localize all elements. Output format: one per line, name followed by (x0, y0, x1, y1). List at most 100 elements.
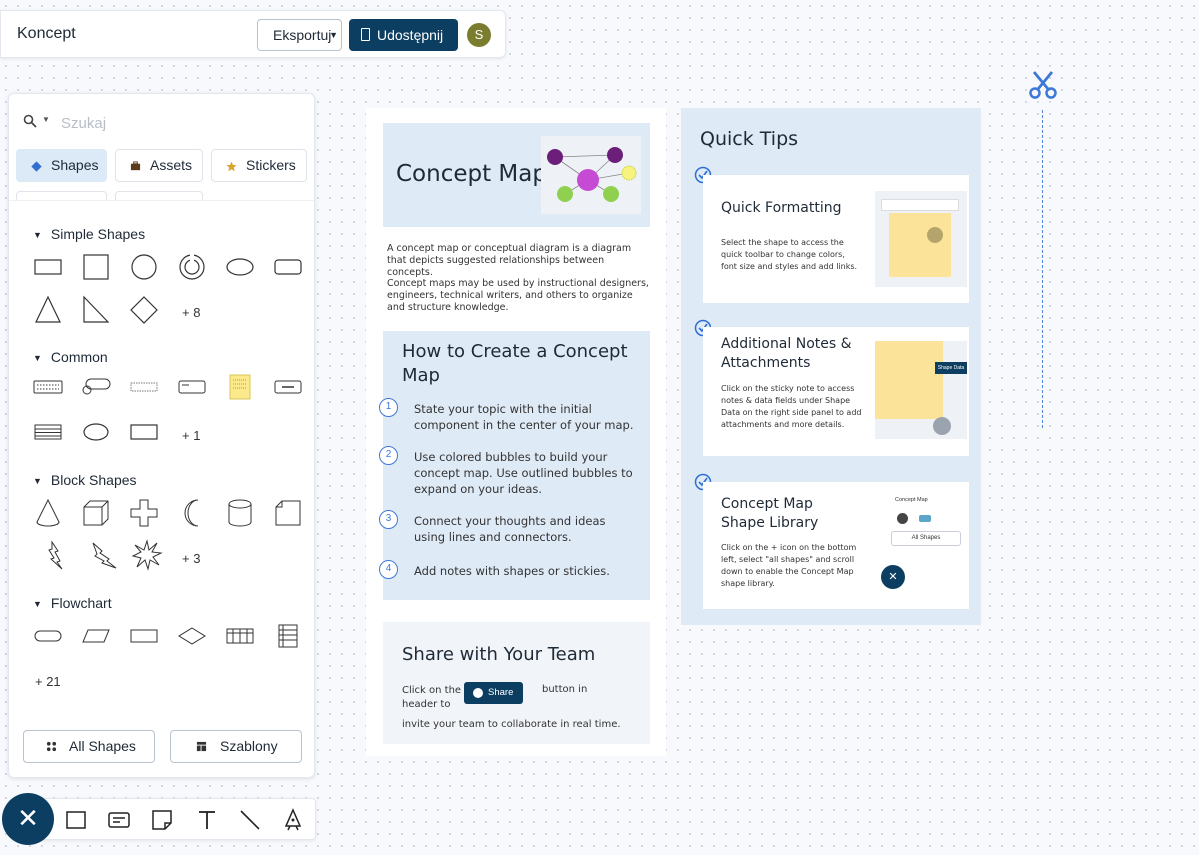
ruler-shape[interactable] (126, 369, 162, 405)
how-to-title: How to Create a Concept Map (402, 341, 628, 386)
share-chip-label: Share (488, 687, 514, 698)
rounded-rectangle-shape[interactable] (270, 249, 306, 285)
process-shape[interactable] (126, 618, 162, 654)
rectangle-shape[interactable] (30, 249, 66, 285)
sticky-note-image (889, 213, 951, 277)
square-shape[interactable] (78, 249, 114, 285)
share-team-card: Share with Your Team Click on the header… (383, 622, 650, 744)
cut-line-divider (1042, 110, 1043, 428)
close-icon: ✕ (17, 803, 39, 833)
concept-map-title: Concept Map (396, 161, 547, 187)
section-title: Simple Shapes (50, 226, 146, 242)
lightning-bolt-shape[interactable] (85, 537, 121, 573)
grid-shape[interactable] (222, 618, 258, 654)
caret-down-icon: ▼ (33, 230, 42, 240)
pen-icon (284, 808, 302, 831)
more-shapes-link[interactable]: + 21 (35, 674, 61, 689)
lightning-shape[interactable] (38, 537, 74, 573)
terminator-shape[interactable] (30, 618, 66, 654)
triangle-shape[interactable] (30, 292, 66, 328)
search-input[interactable] (61, 112, 291, 134)
diamond-shape[interactable] (126, 292, 162, 328)
share-chip-image: Share (464, 682, 523, 704)
line-tool[interactable] (238, 808, 262, 832)
share-button[interactable]: Udostępnij (349, 19, 458, 51)
briefcase-icon (130, 161, 141, 171)
document-title[interactable]: Koncept (17, 25, 76, 43)
templates-button[interactable]: Szablony (170, 730, 302, 763)
share-instructions: Click on the header to (402, 685, 462, 710)
concept-map-diagram-image (547, 147, 637, 202)
divider (9, 200, 314, 201)
rectangle-tool[interactable] (64, 808, 88, 832)
chevron-down-icon: ▼ (329, 30, 338, 40)
tab-label: Stickers (246, 157, 296, 173)
templates-label: Szablony (220, 738, 278, 754)
cone-shape[interactable] (30, 495, 66, 531)
section-block-shapes[interactable]: ▼ Block Shapes (33, 472, 137, 488)
tip-card-notes: Additional Notes & Attachments Click on … (703, 327, 969, 456)
circle-shape[interactable] (126, 249, 162, 285)
text-box-tool[interactable] (107, 808, 131, 832)
section-simple-shapes[interactable]: ▼ Simple Shapes (33, 226, 145, 242)
more-shapes-link[interactable]: + 1 (182, 428, 200, 443)
swimlane-shape[interactable] (270, 618, 306, 654)
globe-icon (473, 688, 483, 698)
tab-label: Assets (150, 157, 193, 173)
export-button[interactable]: Eksportuj ▼ (257, 19, 342, 51)
more-shapes-link[interactable]: + 3 (182, 551, 200, 566)
ellipse-shape[interactable] (222, 249, 258, 285)
rectangle-shape[interactable] (126, 414, 162, 450)
text-icon (199, 811, 215, 829)
cross-shape[interactable] (126, 495, 162, 531)
right-triangle-shape[interactable] (78, 292, 114, 328)
keyboard-shape[interactable] (30, 369, 66, 405)
sticky-note-shape[interactable] (222, 369, 258, 405)
tip-card-library: Concept Map Shape Library Click on the +… (703, 482, 969, 609)
all-shapes-button[interactable]: All Shapes (23, 730, 155, 763)
cylinder-shape[interactable] (222, 495, 258, 531)
all-shapes-label: All Shapes (69, 738, 136, 754)
sticky-note-icon (152, 810, 172, 830)
grid-icon (46, 741, 57, 752)
section-title: Flowchart (50, 595, 112, 611)
button-shape[interactable] (270, 369, 306, 405)
tag-shape[interactable] (78, 369, 114, 405)
scissors-icon[interactable] (1028, 70, 1058, 100)
tip-title: Quick Formatting (721, 200, 842, 216)
card-shape[interactable] (174, 369, 210, 405)
ring-shape[interactable] (174, 249, 210, 285)
avatar[interactable]: S (467, 23, 491, 47)
tip-title: Concept Map Shape Library (721, 496, 819, 531)
pen-tool[interactable] (281, 808, 305, 832)
folded-corner-shape[interactable] (270, 495, 306, 531)
circle-shape-image (897, 513, 908, 524)
cube-shape[interactable] (78, 495, 114, 531)
sticky-note-tool[interactable] (150, 808, 174, 832)
text-tool[interactable] (195, 808, 219, 832)
table-shape[interactable] (30, 414, 66, 450)
section-title: Block Shapes (50, 472, 137, 488)
card-icon (108, 812, 130, 828)
decision-shape[interactable] (174, 618, 210, 654)
explosion-shape[interactable] (129, 537, 165, 573)
section-common[interactable]: ▼ Common (33, 349, 108, 365)
share-team-title: Share with Your Team (402, 644, 596, 665)
concept-map-thumbnail (541, 136, 641, 214)
data-parallelogram-shape[interactable] (78, 618, 114, 654)
cursor-hand-icon (933, 417, 951, 435)
ellipse-shape[interactable] (78, 414, 114, 450)
shape-data-tooltip: Shape Data (935, 362, 967, 374)
section-title: Common (50, 349, 108, 365)
tab-shapes[interactable]: Shapes (16, 149, 107, 182)
tab-stickers[interactable]: Stickers (211, 149, 307, 182)
caret-down-icon: ▼ (33, 476, 42, 486)
more-shapes-link[interactable]: + 8 (182, 305, 200, 320)
tab-assets[interactable]: Assets (115, 149, 203, 182)
search-icon[interactable] (23, 114, 37, 128)
chevron-down-icon[interactable]: ▼ (42, 115, 50, 124)
close-panel-button[interactable]: ✕ (2, 793, 54, 845)
section-flowchart[interactable]: ▼ Flowchart (33, 595, 112, 611)
moon-shape[interactable] (174, 495, 210, 531)
shapes-panel: ▼ Shapes Assets Stickers ▼Simple Shapes … (8, 93, 315, 778)
